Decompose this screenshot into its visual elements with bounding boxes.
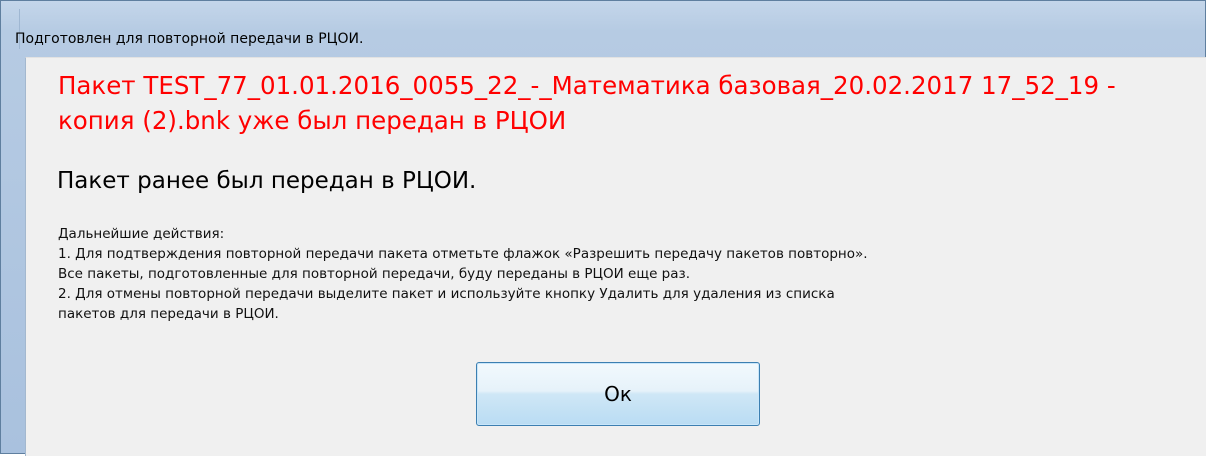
instructions-line-2: 1. Для подтверждения повторной передачи … [58,246,868,262]
instructions-line-3: Все пакеты, подготовленные для повторной… [58,266,690,282]
dialog-window: Подготовлен для повторной передачи в РЦО… [0,0,1206,456]
package-transfer-error: Пакет TEST_77_01.01.2016_0055_22_-_Матем… [58,71,1116,135]
message-heading: Пакет ранее был передан в РЦОИ. [57,168,477,194]
ok-button-label: Ок [604,382,632,406]
instructions-line-5: пакетов для передачи в РЦОИ. [58,306,279,322]
instructions-line-1: Дальнейшие действия: [58,226,225,242]
instructions-line-4: 2. Для отмены повторной передачи выделит… [58,286,835,302]
instructions-text: Дальнейшие действия: 1. Для подтверждени… [58,224,1206,324]
dialog-content: Пакет TEST_77_01.01.2016_0055_22_-_Матем… [25,57,1206,456]
ok-button[interactable]: Ок [476,362,760,426]
window-title: Подготовлен для повторной передачи в РЦО… [15,31,364,47]
